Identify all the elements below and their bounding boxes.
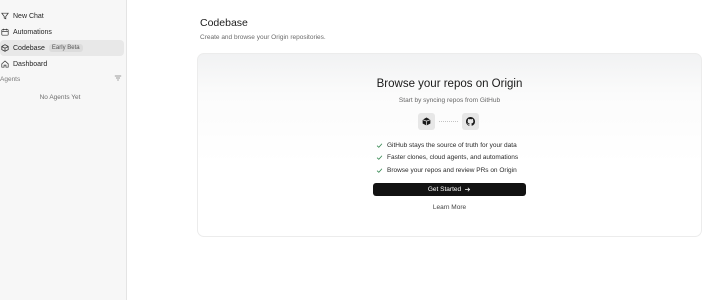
check-icon [376, 154, 387, 161]
sidebar-item-new-chat[interactable]: New Chat [0, 8, 124, 24]
arrow-right-icon [461, 186, 471, 193]
list-item: Browse your repos and review PRs on Orig… [376, 164, 518, 177]
check-icon [376, 142, 387, 149]
sidebar: New Chat Automations Codebase Early Beta… [0, 0, 127, 300]
filter-lines-icon[interactable] [114, 74, 122, 84]
sidebar-item-dashboard[interactable]: Dashboard [0, 56, 124, 72]
sync-connector [439, 121, 458, 122]
get-started-button[interactable]: Get Started [373, 183, 526, 196]
sidebar-item-label: Codebase [13, 44, 45, 52]
check-icon [376, 167, 387, 174]
github-icon [462, 113, 479, 130]
sidebar-item-label: Automations [13, 28, 52, 36]
origin-logo-icon [418, 113, 435, 130]
home-icon [0, 59, 10, 69]
benefits-list: GitHub stays the source of truth for you… [376, 139, 518, 177]
early-beta-badge: Early Beta [48, 44, 83, 52]
no-agents-message: No Agents Yet [39, 94, 81, 101]
sidebar-item-automations[interactable]: Automations [0, 24, 124, 40]
benefit-text: GitHub stays the source of truth for you… [387, 141, 517, 149]
benefit-text: Faster clones, cloud agents, and automat… [387, 154, 519, 162]
page-title: Codebase [200, 17, 248, 29]
get-started-label: Get Started [427, 186, 462, 193]
cube-icon [0, 43, 10, 53]
list-item: GitHub stays the source of truth for you… [376, 139, 518, 152]
sidebar-item-label: New Chat [13, 12, 44, 20]
agents-section-header: Agents [0, 73, 122, 85]
list-item: Faster clones, cloud agents, and automat… [376, 152, 518, 165]
calendar-icon [0, 27, 10, 37]
card-title: Browse your repos on Origin [376, 78, 523, 90]
sidebar-item-codebase[interactable]: Codebase Early Beta [0, 40, 124, 56]
benefit-text: Browse your repos and review PRs on Orig… [387, 166, 517, 174]
card-subtitle: Start by syncing repos from GitHub [398, 97, 501, 104]
agents-header-label: Agents [0, 75, 21, 83]
filter-funnel-icon [0, 11, 10, 21]
learn-more-link[interactable]: Learn More [198, 204, 701, 211]
page-subtitle: Create and browse your Origin repositori… [200, 34, 326, 41]
onboarding-card: Browse your repos on Origin Start by syn… [197, 53, 702, 237]
sidebar-item-label: Dashboard [13, 60, 48, 68]
